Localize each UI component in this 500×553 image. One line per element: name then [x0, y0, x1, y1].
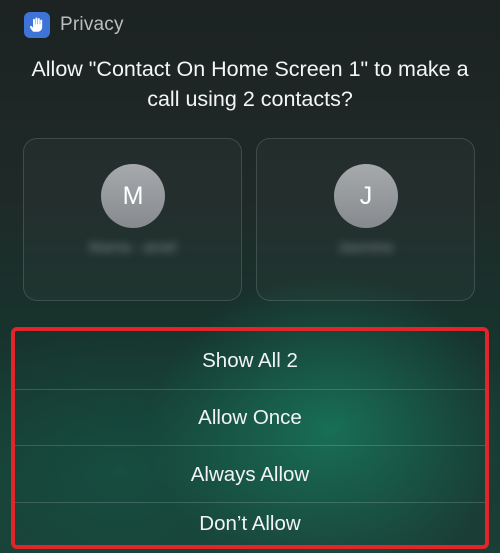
contact-name: Jasmine	[337, 239, 394, 256]
contacts-preview: M Mama - amel J Jasmine	[23, 138, 477, 303]
privacy-label: Privacy	[60, 14, 124, 35]
avatar: J	[334, 164, 398, 228]
avatar: M	[101, 164, 165, 228]
show-all-button[interactable]: Show All 2	[15, 332, 485, 389]
hand-raised-icon	[24, 12, 50, 38]
contact-name: Mama - amel	[88, 239, 177, 256]
action-buttons-highlight: Show All 2 Allow Once Always Allow Don’t…	[11, 327, 489, 549]
always-allow-button[interactable]: Always Allow	[15, 446, 485, 503]
contact-card[interactable]: J Jasmine	[256, 138, 475, 301]
dont-allow-button[interactable]: Don’t Allow	[15, 503, 485, 545]
contact-card[interactable]: M Mama - amel	[23, 138, 242, 301]
privacy-prompt-sheet: Privacy Allow "Contact On Home Screen 1"…	[0, 0, 500, 553]
hand-raised-glyph	[29, 17, 43, 32]
privacy-header: Privacy	[24, 12, 124, 38]
allow-once-button[interactable]: Allow Once	[15, 389, 485, 446]
permission-prompt-text: Allow "Contact On Home Screen 1" to make…	[31, 57, 469, 111]
